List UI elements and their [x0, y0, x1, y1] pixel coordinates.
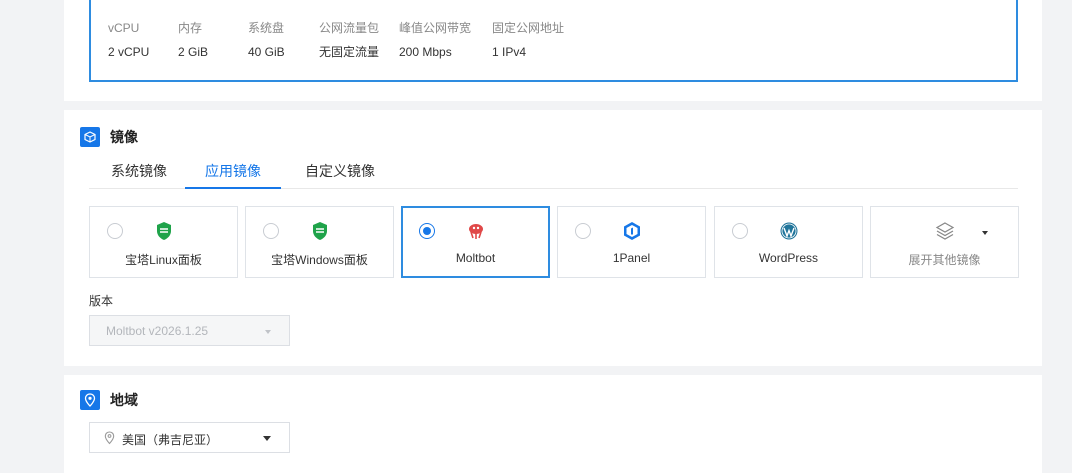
version-select-value: Moltbot v2026.1.25 — [106, 324, 209, 338]
image-card-more[interactable]: 展开其他镜像 — [870, 206, 1019, 278]
image-card-wordpress[interactable]: WordPress — [714, 206, 863, 278]
card-label: WordPress — [758, 251, 819, 265]
layers-icon — [935, 221, 955, 241]
spec-traffic-package: 公网流量包 无固定流量 — [319, 20, 379, 60]
spec-label: 峰值公网带宽 — [399, 21, 472, 35]
tab-custom-image[interactable]: 自定义镜像 — [302, 158, 378, 189]
version-label: 版本 — [89, 294, 114, 308]
spec-public-ip: 固定公网地址 1 IPv4 — [492, 20, 564, 60]
tab-system-image[interactable]: 系统镜像 — [109, 158, 169, 189]
spec-memory: 内存 2 GiB — [178, 20, 208, 60]
spec-label: 内存 — [178, 21, 203, 35]
1panel-icon — [622, 221, 642, 241]
card-label: 宝塔Windows面板 — [271, 253, 368, 267]
tab-app-image[interactable]: 应用镜像 — [185, 158, 281, 189]
image-card-bt-windows[interactable]: 宝塔Windows面板 — [245, 206, 394, 278]
region-section-title: 地域 — [110, 392, 138, 408]
spec-label: 固定公网地址 — [492, 21, 565, 35]
radio-1panel[interactable] — [575, 223, 591, 239]
wordpress-icon — [779, 221, 799, 241]
image-tabs: 系统镜像 应用镜像 自定义镜像 — [89, 158, 1018, 189]
card-label: Moltbot — [455, 251, 496, 265]
bt-shield-icon — [154, 221, 174, 241]
card-label: 1Panel — [612, 251, 651, 265]
region-panel: 地域 美国（弗吉尼亚） — [64, 375, 1042, 473]
spec-value: 200 Mbps — [399, 45, 452, 59]
chevron-down-icon — [265, 330, 271, 334]
spec-value: 2 vCPU — [108, 45, 150, 59]
spec-label: vCPU — [108, 21, 140, 35]
radio-moltbot[interactable] — [419, 223, 435, 239]
location-pin-icon — [80, 390, 100, 410]
radio-selected-dot — [423, 227, 431, 235]
image-card-moltbot[interactable]: Moltbot — [401, 206, 550, 278]
spec-label: 系统盘 — [248, 21, 285, 35]
image-section-title: 镜像 — [110, 129, 138, 145]
card-label: 展开其他镜像 — [908, 253, 981, 267]
spec-value: 1 IPv4 — [492, 45, 527, 59]
version-select[interactable]: Moltbot v2026.1.25 — [89, 315, 290, 346]
region-select[interactable]: 美国（弗吉尼亚） — [89, 422, 290, 453]
region-section-header: 地域 — [80, 390, 138, 410]
moltbot-icon — [466, 221, 486, 241]
image-panel: 镜像 系统镜像 应用镜像 自定义镜像 宝塔Linux面板 宝塔Windows面板 — [64, 110, 1042, 366]
region-select-value: 美国（弗吉尼亚） — [122, 433, 219, 447]
spec-system-disk: 系统盘 40 GiB — [248, 20, 285, 60]
radio-bt-linux[interactable] — [107, 223, 123, 239]
spec-panel: vCPU 2 vCPU 内存 2 GiB 系统盘 40 GiB 公网流量包 无固… — [64, 0, 1042, 101]
image-section-header: 镜像 — [80, 127, 138, 147]
card-label: 宝塔Linux面板 — [125, 253, 202, 267]
image-cube-icon — [80, 127, 100, 147]
spec-bandwidth: 峰值公网带宽 200 Mbps — [399, 20, 471, 60]
spec-value: 40 GiB — [248, 45, 285, 59]
radio-wordpress[interactable] — [732, 223, 748, 239]
selected-spec-box[interactable]: vCPU 2 vCPU 内存 2 GiB 系统盘 40 GiB 公网流量包 无固… — [89, 0, 1018, 82]
radio-bt-windows[interactable] — [263, 223, 279, 239]
spec-value: 2 GiB — [178, 45, 209, 59]
bt-shield-icon — [310, 221, 330, 241]
spec-value: 无固定流量 — [319, 45, 380, 59]
spec-label: 公网流量包 — [319, 21, 380, 35]
image-card-1panel[interactable]: 1Panel — [557, 206, 706, 278]
location-pin-icon — [104, 431, 115, 445]
spec-vcpu: vCPU 2 vCPU — [108, 20, 149, 60]
chevron-down-icon — [263, 436, 271, 441]
chevron-down-icon — [982, 231, 988, 235]
image-card-bt-linux[interactable]: 宝塔Linux面板 — [89, 206, 238, 278]
